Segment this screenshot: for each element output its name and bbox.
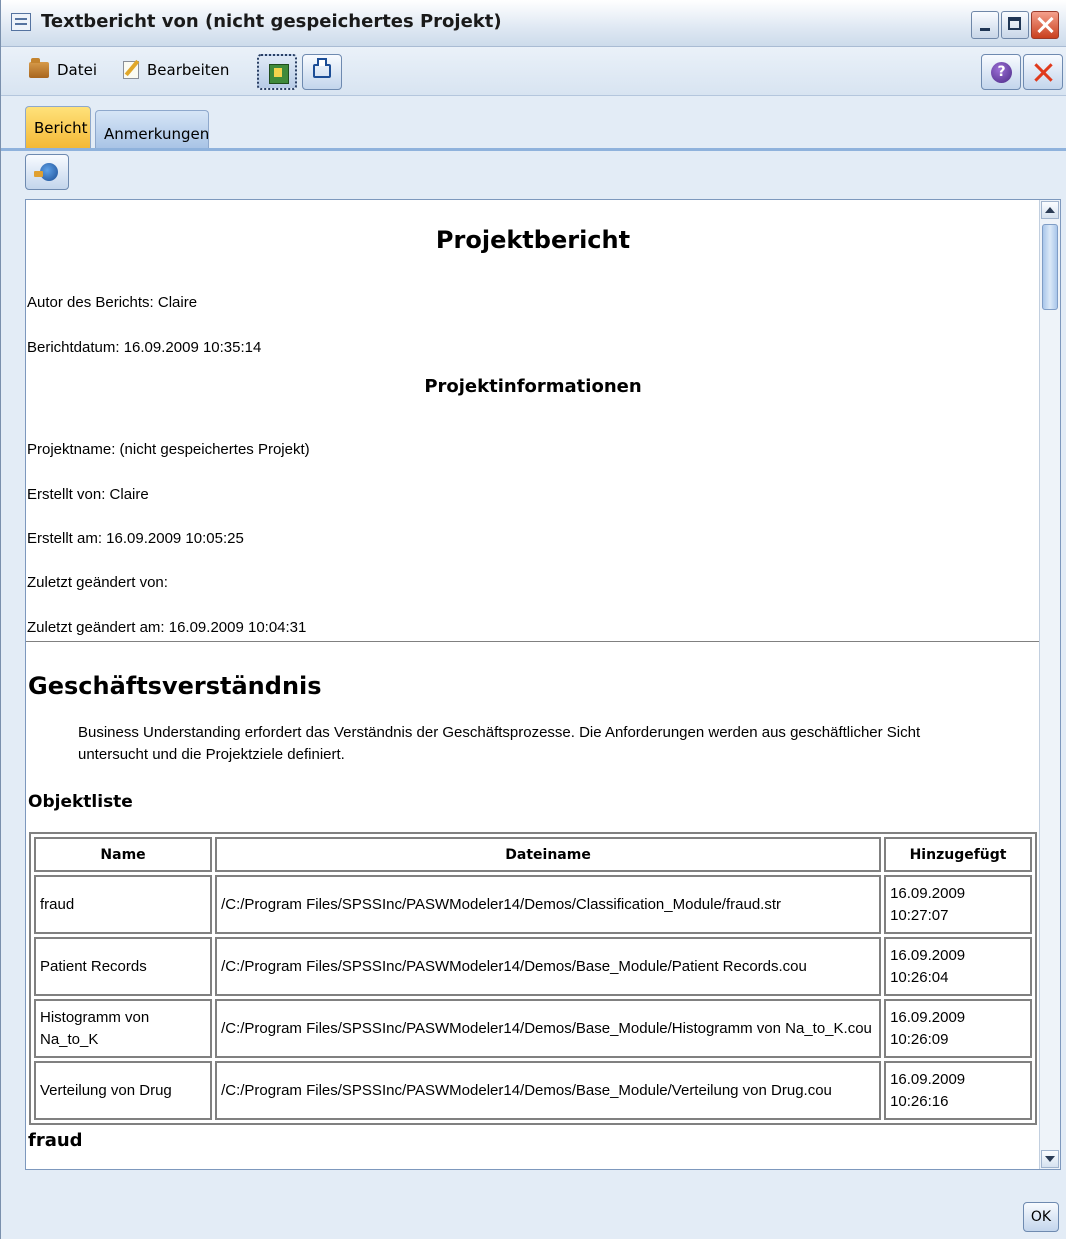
table-header-row: Name Dateiname Hinzugefügt — [34, 837, 1032, 872]
table-row: fraud /C:/Program Files/SPSSInc/PASWMode… — [34, 875, 1032, 934]
cell-name: Verteilung von Drug — [34, 1061, 213, 1120]
cell-added: 16.09.2009 10:26:09 — [884, 999, 1032, 1058]
cell-name: Patient Records — [34, 937, 213, 996]
globe-export-icon — [34, 163, 58, 181]
tab-bericht[interactable]: Bericht — [25, 106, 91, 148]
created-by: Erstellt von: Claire — [27, 486, 149, 503]
section-divider — [26, 641, 1040, 642]
print-button[interactable] — [302, 54, 342, 90]
column-header-name: Name — [34, 837, 213, 872]
table-row: Verteilung von Drug /C:/Program Files/SP… — [34, 1061, 1032, 1120]
project-name: Projektname: (nicht gespeichertes Projek… — [27, 441, 310, 458]
cell-added: 16.09.2009 10:26:04 — [884, 937, 1032, 996]
section-title: Geschäftsverständnis — [28, 672, 322, 700]
scroll-up-arrow-icon[interactable] — [1041, 201, 1059, 219]
help-icon: ? — [991, 62, 1012, 83]
tab-anmerkungen[interactable]: Anmerkungen — [95, 110, 209, 148]
modified-on: Zuletzt geändert am: 16.09.2009 10:04:31 — [27, 619, 307, 636]
cell-name: Histogramm von Na_to_K — [34, 999, 213, 1058]
cell-file: /C:/Program Files/SPSSInc/PASWModeler14/… — [215, 1061, 882, 1120]
open-in-browser-button[interactable] — [25, 154, 69, 190]
export-button[interactable] — [257, 54, 297, 90]
cell-file: /C:/Program Files/SPSSInc/PASWModeler14/… — [215, 937, 882, 996]
table-row: Patient Records /C:/Program Files/SPSSIn… — [34, 937, 1032, 996]
minimize-button[interactable] — [971, 11, 999, 39]
report-content: Projektbericht Autor des Berichts: Clair… — [26, 200, 1040, 1169]
toolbar: Datei Bearbeiten ? — [1, 47, 1066, 96]
scrollbar-thumb[interactable] — [1042, 224, 1058, 310]
section-description: Business Understanding erfordert das Ver… — [78, 724, 921, 763]
column-header-dateiname: Dateiname — [215, 837, 882, 872]
cell-file: /C:/Program Files/SPSSInc/PASWModeler14/… — [215, 999, 882, 1058]
report-title: Projektbericht — [435, 226, 631, 254]
object-list-title: Objektliste — [28, 792, 133, 812]
help-button[interactable]: ? — [981, 54, 1021, 90]
close-report-button[interactable] — [1023, 54, 1063, 90]
report-window-icon — [11, 13, 31, 31]
next-section-title: fraud — [28, 1130, 83, 1151]
report-window: Textbericht von (nicht gespeichertes Pro… — [0, 0, 1066, 1239]
menu-datei-label: Datei — [57, 61, 98, 79]
report-view: Projektbericht Autor des Berichts: Clair… — [25, 199, 1061, 1170]
report-author: Autor des Berichts: Claire — [27, 294, 198, 311]
scroll-down-arrow-icon[interactable] — [1041, 1150, 1059, 1168]
window-title: Textbericht von (nicht gespeichertes Pro… — [41, 11, 502, 32]
maximize-button[interactable] — [1001, 11, 1029, 39]
report-date: Berichtdatum: 16.09.2009 10:35:14 — [27, 339, 262, 356]
column-header-hinzugefuegt: Hinzugefügt — [884, 837, 1032, 872]
cell-added: 16.09.2009 10:26:16 — [884, 1061, 1032, 1120]
edit-icon — [123, 61, 139, 79]
folder-icon — [29, 58, 49, 78]
menu-datei[interactable]: Datei — [29, 58, 98, 79]
title-bar: Textbericht von (nicht gespeichertes Pro… — [1, 0, 1066, 47]
created-on: Erstellt am: 16.09.2009 10:05:25 — [27, 530, 244, 547]
modified-by: Zuletzt geändert von: — [27, 574, 168, 591]
cell-name: fraud — [34, 875, 213, 934]
ok-button[interactable]: OK — [1023, 1202, 1059, 1232]
vertical-scrollbar[interactable] — [1039, 200, 1060, 1169]
menu-bearbeiten-label: Bearbeiten — [147, 61, 230, 79]
cell-added: 16.09.2009 10:27:07 — [884, 875, 1032, 934]
table-row: Histogramm von Na_to_K /C:/Program Files… — [34, 999, 1032, 1058]
cell-file: /C:/Program Files/SPSSInc/PASWModeler14/… — [215, 875, 882, 934]
object-table: Name Dateiname Hinzugefügt fraud /C:/Pro… — [29, 832, 1037, 1125]
tab-bar: Bericht Anmerkungen — [1, 96, 1066, 151]
print-icon — [313, 58, 331, 78]
project-info-heading: Projektinformationen — [424, 376, 642, 397]
export-icon — [269, 64, 289, 84]
window-close-button[interactable] — [1031, 11, 1059, 39]
menu-bearbeiten[interactable]: Bearbeiten — [123, 61, 229, 79]
